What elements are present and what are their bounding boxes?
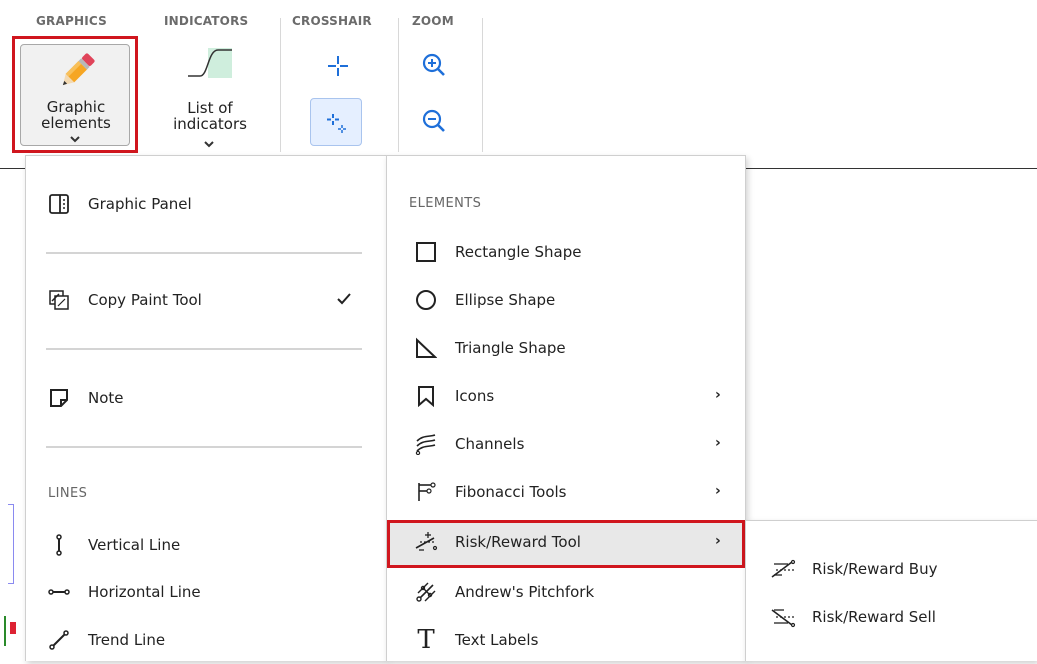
menu-item-ellipse-shape[interactable]: Ellipse Shape bbox=[387, 278, 733, 322]
channels-icon bbox=[413, 431, 439, 457]
menu-item-label: Ellipse Shape bbox=[455, 291, 556, 309]
section-header-lines: LINES bbox=[48, 486, 88, 501]
zoom-in-button[interactable] bbox=[414, 44, 454, 92]
chart-candle bbox=[10, 622, 16, 634]
pitchfork-icon bbox=[413, 579, 439, 605]
menu-item-label: Icons bbox=[455, 387, 495, 405]
menu-item-andrews-pitchfork[interactable]: Andrew's Pitchfork bbox=[387, 570, 733, 614]
text-label-icon: T bbox=[417, 625, 435, 655]
menu-item-fibonacci-tools[interactable]: Fibonacci Tools bbox=[387, 470, 733, 514]
bookmark-icon bbox=[413, 383, 439, 409]
indicator-curve-icon bbox=[188, 48, 232, 78]
menu-item-label: Trend Line bbox=[88, 631, 166, 649]
highlight-risk-reward bbox=[387, 520, 745, 568]
crosshair-snap-icon bbox=[327, 114, 346, 133]
menu-divider bbox=[46, 446, 362, 448]
ribbon-separator bbox=[398, 18, 399, 152]
chart-candle bbox=[8, 504, 14, 584]
menu-item-label: Vertical Line bbox=[88, 536, 181, 554]
list-of-indicators-button[interactable]: List of indicators bbox=[150, 38, 270, 152]
ellipse-icon bbox=[413, 287, 439, 313]
zoom-out-icon bbox=[422, 109, 445, 132]
menu-divider bbox=[46, 348, 362, 350]
graphic-elements-menu: Graphic Panel Copy Paint Tool Note LINES bbox=[25, 155, 387, 661]
group-title-indicators: INDICATORS bbox=[164, 14, 249, 28]
menu-item-label: Channels bbox=[455, 435, 525, 453]
menu-item-triangle-shape[interactable]: Triangle Shape bbox=[387, 326, 733, 370]
triangle-icon bbox=[413, 335, 439, 361]
chevron-down-icon bbox=[204, 141, 214, 148]
elements-menu: ELEMENTS Rectangle Shape Ellipse Shape T… bbox=[386, 155, 746, 661]
group-title-zoom: ZOOM bbox=[412, 14, 454, 28]
menu-item-graphic-panel[interactable]: Graphic Panel bbox=[26, 182, 366, 226]
trend-line-icon bbox=[46, 627, 72, 653]
menu-item-label: Horizontal Line bbox=[88, 583, 201, 601]
menu-item-label: Graphic Panel bbox=[88, 195, 192, 213]
menu-item-horizontal-line[interactable]: Horizontal Line bbox=[26, 570, 366, 614]
menu-item-risk-reward-buy[interactable]: Risk/Reward Buy bbox=[746, 547, 1030, 591]
ribbon-separator bbox=[482, 18, 483, 152]
menu-item-note[interactable]: Note bbox=[26, 376, 366, 420]
menu-item-label: Copy Paint Tool bbox=[88, 291, 202, 309]
section-header-elements: ELEMENTS bbox=[409, 196, 482, 211]
chevron-down-icon bbox=[70, 136, 80, 143]
risk-reward-sell-icon bbox=[770, 604, 796, 630]
crosshair-button[interactable] bbox=[312, 44, 364, 92]
vertical-line-icon bbox=[46, 532, 72, 558]
chart-area bbox=[0, 504, 24, 664]
menu-item-label: Text Labels bbox=[455, 631, 539, 649]
copy-paint-icon bbox=[46, 287, 72, 313]
graphic-elements-label-line1: Graphic bbox=[46, 98, 106, 116]
crosshair-snap-button[interactable] bbox=[310, 98, 362, 146]
graphic-elements-label-line2: elements bbox=[41, 114, 111, 132]
submenu-arrow-icon: › bbox=[715, 387, 721, 403]
graphic-elements-button[interactable]: Graphic elements bbox=[12, 36, 138, 153]
menu-item-label: Risk/Reward Sell bbox=[812, 608, 936, 626]
menu-item-label: Rectangle Shape bbox=[455, 243, 582, 261]
list-of-indicators-label-line2: indicators bbox=[173, 115, 247, 133]
menu-item-risk-reward-sell[interactable]: Risk/Reward Sell bbox=[746, 595, 1030, 639]
menu-item-label: Andrew's Pitchfork bbox=[455, 583, 595, 601]
menu-item-channels[interactable]: Channels bbox=[387, 422, 733, 466]
fibonacci-icon bbox=[413, 479, 439, 505]
rectangle-icon bbox=[413, 239, 439, 265]
menu-item-vertical-line[interactable]: Vertical Line bbox=[26, 523, 366, 567]
submenu-arrow-icon: › bbox=[715, 435, 721, 451]
menu-item-text-labels[interactable]: T Text Labels bbox=[387, 618, 733, 662]
panel-icon bbox=[46, 191, 72, 217]
menu-item-trend-line[interactable]: Trend Line bbox=[26, 618, 366, 662]
horizontal-line-icon bbox=[46, 579, 72, 605]
menu-divider bbox=[46, 252, 362, 254]
menu-item-label: Fibonacci Tools bbox=[455, 483, 567, 501]
zoom-in-icon bbox=[422, 53, 445, 76]
menu-item-label: Note bbox=[88, 389, 124, 407]
risk-reward-submenu: Risk/Reward Buy Risk/Reward Sell bbox=[745, 520, 1037, 661]
crosshair-icon bbox=[328, 56, 348, 76]
menu-item-icons[interactable]: Icons bbox=[387, 374, 733, 418]
list-of-indicators-label-line1: List of bbox=[187, 99, 233, 117]
menu-item-label: Triangle Shape bbox=[455, 339, 566, 357]
note-icon bbox=[46, 385, 72, 411]
submenu-arrow-icon: › bbox=[715, 483, 721, 499]
risk-reward-buy-icon bbox=[770, 556, 796, 582]
group-title-graphics: GRAPHICS bbox=[36, 14, 107, 28]
menu-item-copy-paint-tool[interactable]: Copy Paint Tool bbox=[26, 278, 366, 322]
zoom-out-button[interactable] bbox=[414, 100, 454, 148]
ribbon-separator bbox=[280, 18, 281, 152]
menu-item-label: Risk/Reward Buy bbox=[812, 560, 938, 578]
group-title-crosshair: CROSSHAIR bbox=[292, 14, 372, 28]
menu-item-rectangle-shape[interactable]: Rectangle Shape bbox=[387, 230, 733, 274]
pencil-icon bbox=[62, 53, 95, 86]
checkmark-icon bbox=[337, 293, 351, 305]
